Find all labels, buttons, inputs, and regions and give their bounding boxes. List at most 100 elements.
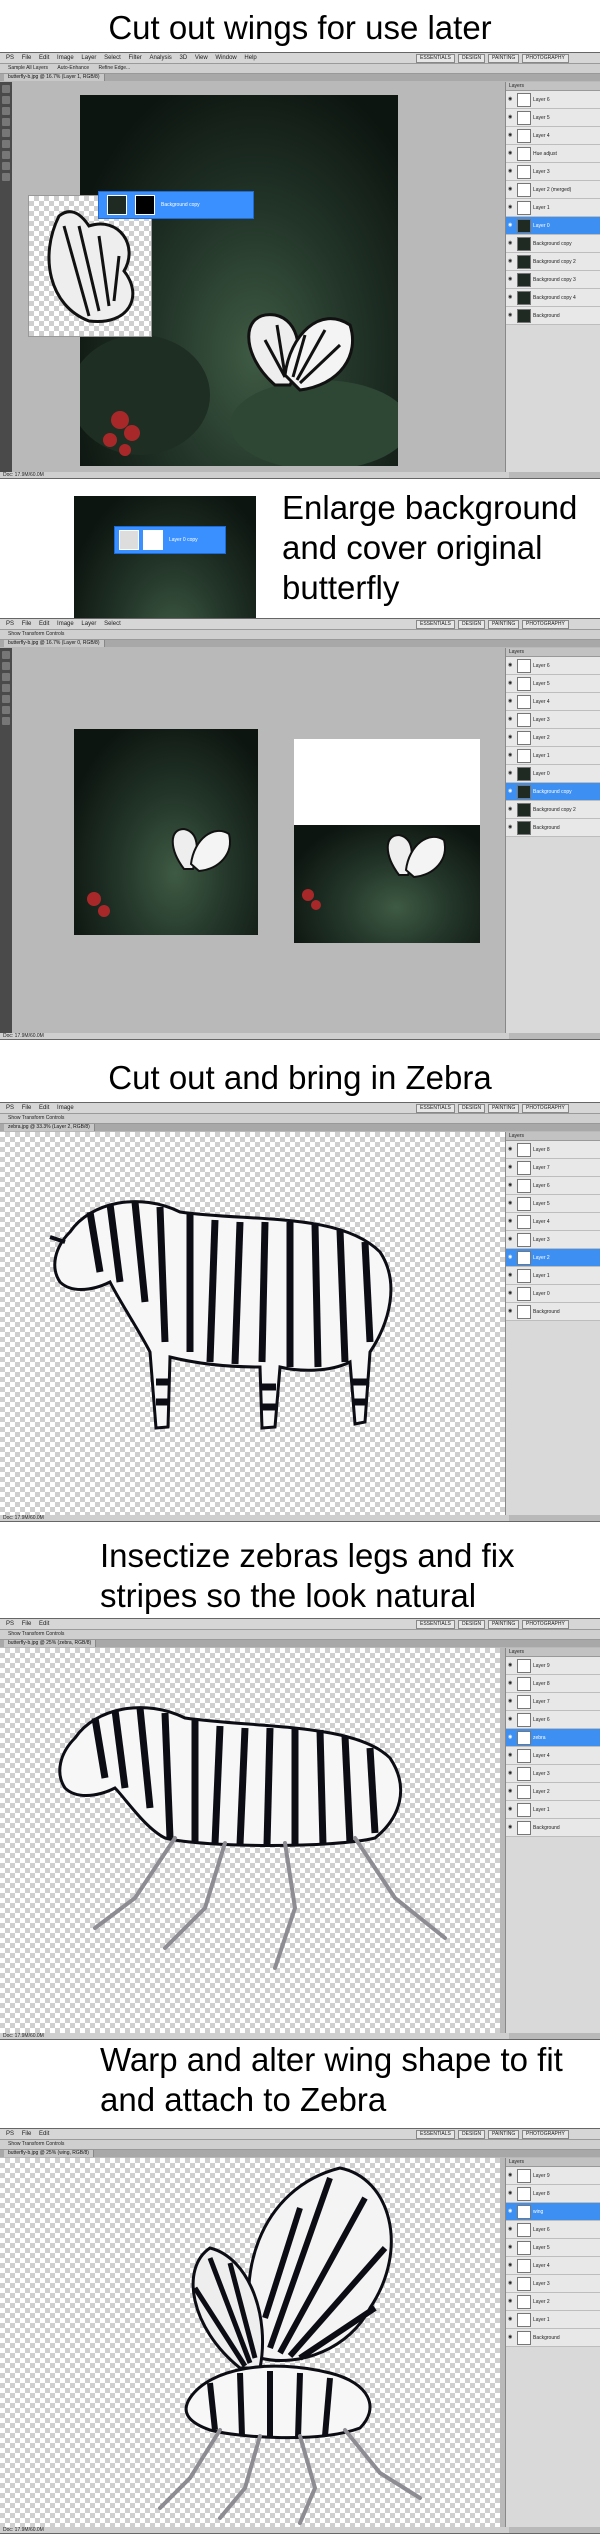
quick-select-tool-icon[interactable] [2, 118, 10, 126]
layer-row[interactable]: ◉ Layer 2 [506, 1249, 600, 1267]
workspace-photography[interactable]: PHOTOGRAPHY [522, 1104, 569, 1113]
document-tab[interactable]: butterfly-b.jpg @ 25% (zebra, RGB/8) [4, 1640, 97, 1647]
workspace-photography[interactable]: PHOTOGRAPHY [522, 54, 569, 63]
layer-row[interactable]: ◉ Background [506, 2329, 600, 2347]
menu-item[interactable]: View [195, 55, 208, 61]
workspace-design[interactable]: DESIGN [458, 2130, 486, 2139]
visibility-eye-icon[interactable]: ◉ [508, 114, 515, 121]
layer-row[interactable]: ◉ Layer 7 [506, 1159, 600, 1177]
visibility-eye-icon[interactable]: ◉ [508, 2172, 515, 2179]
menu-item[interactable]: Analysis [149, 55, 171, 61]
visibility-eye-icon[interactable]: ◉ [508, 150, 515, 157]
visibility-eye-icon[interactable]: ◉ [508, 1272, 515, 1279]
marquee-tool-icon[interactable] [2, 662, 10, 670]
layer-row[interactable]: ◉ Layer 3 [506, 1765, 600, 1783]
workspace-essentials[interactable]: ESSENTIALS [416, 1104, 455, 1113]
visibility-eye-icon[interactable]: ◉ [508, 1824, 515, 1831]
menu-item[interactable]: Image [57, 1105, 74, 1111]
visibility-eye-icon[interactable]: ◉ [508, 1290, 515, 1297]
menu-item[interactable]: File [22, 55, 32, 61]
layer-row[interactable]: ◉ Layer 1 [506, 1267, 600, 1285]
visibility-eye-icon[interactable]: ◉ [508, 1752, 515, 1759]
layer-row[interactable]: ◉ Layer 3 [506, 1231, 600, 1249]
brush-tool-icon[interactable] [2, 706, 10, 714]
layer-row[interactable]: ◉ Layer 8 [506, 2185, 600, 2203]
visibility-eye-icon[interactable]: ◉ [508, 204, 515, 211]
visibility-eye-icon[interactable]: ◉ [508, 2280, 515, 2287]
layer-row[interactable]: ◉ Layer 0 [506, 217, 600, 235]
visibility-eye-icon[interactable]: ◉ [508, 662, 515, 669]
option-show-transform-controls[interactable]: Show Transform Controls [8, 2141, 64, 2147]
visibility-eye-icon[interactable]: ◉ [508, 1236, 515, 1243]
menu-item[interactable]: Image [57, 55, 74, 61]
visibility-eye-icon[interactable]: ◉ [508, 2298, 515, 2305]
document-tab[interactable]: zebra.jpg @ 33.3% (Layer 2, RGB/8) [4, 1124, 95, 1131]
visibility-eye-icon[interactable]: ◉ [508, 132, 515, 139]
layer-row[interactable]: ◉ Background copy [506, 235, 600, 253]
layer-row[interactable]: ◉ Layer 4 [506, 1213, 600, 1231]
menu-item[interactable]: Edit [39, 1105, 49, 1111]
menu-item[interactable]: Edit [39, 2131, 49, 2137]
layer-row[interactable]: ◉ Background [506, 1819, 600, 1837]
visibility-eye-icon[interactable]: ◉ [508, 2208, 515, 2215]
menu-item[interactable]: Window [215, 55, 236, 61]
menu-item[interactable]: PS [6, 1105, 14, 1111]
canvas-covered-background[interactable] [294, 825, 480, 943]
visibility-eye-icon[interactable]: ◉ [508, 716, 515, 723]
visibility-eye-icon[interactable]: ◉ [508, 1164, 515, 1171]
layers-panel-tab[interactable]: Layers [506, 2158, 600, 2167]
workspace-design[interactable]: DESIGN [458, 620, 486, 629]
workspace-painting[interactable]: PAINTING [488, 1620, 520, 1629]
visibility-eye-icon[interactable]: ◉ [508, 1716, 515, 1723]
workspace-essentials[interactable]: ESSENTIALS [416, 54, 455, 63]
layer-row[interactable]: ◉ Layer 2 [506, 1783, 600, 1801]
layer-row[interactable]: ◉ Layer 0 [506, 765, 600, 783]
visibility-eye-icon[interactable]: ◉ [508, 1788, 515, 1795]
workspace-painting[interactable]: PAINTING [488, 2130, 520, 2139]
menu-item[interactable]: PS [6, 2131, 14, 2137]
menu-item[interactable]: Filter [128, 55, 141, 61]
visibility-eye-icon[interactable]: ◉ [508, 680, 515, 687]
layer-row[interactable]: ◉ wing [506, 2203, 600, 2221]
workspace-painting[interactable]: PAINTING [488, 54, 520, 63]
menu-item[interactable]: Select [104, 621, 121, 627]
document-tab[interactable]: butterfly-b.jpg @ 25% (wing, RGB/8) [4, 2150, 94, 2157]
visibility-eye-icon[interactable]: ◉ [508, 734, 515, 741]
visibility-eye-icon[interactable]: ◉ [508, 824, 515, 831]
marquee-tool-icon[interactable] [2, 96, 10, 104]
canvas-transparent[interactable] [0, 2158, 500, 2527]
option-show-transform-controls[interactable]: Show Transform Controls [8, 1115, 64, 1121]
visibility-eye-icon[interactable]: ◉ [508, 770, 515, 777]
visibility-eye-icon[interactable]: ◉ [508, 2334, 515, 2341]
layer-row[interactable]: ◉ Layer 4 [506, 2257, 600, 2275]
visibility-eye-icon[interactable]: ◉ [508, 258, 515, 265]
layers-panel-tab[interactable]: Layers [506, 1648, 600, 1657]
visibility-eye-icon[interactable]: ◉ [508, 2190, 515, 2197]
layer-row[interactable]: ◉ Layer 4 [506, 693, 600, 711]
quick-select-tool-icon[interactable] [2, 684, 10, 692]
visibility-eye-icon[interactable]: ◉ [508, 698, 515, 705]
layer-row[interactable]: ◉ Layer 5 [506, 1195, 600, 1213]
workspace-photography[interactable]: PHOTOGRAPHY [522, 1620, 569, 1629]
layers-panel-tab[interactable]: Layers [506, 648, 600, 657]
layer-row[interactable]: ◉ Layer 1 [506, 747, 600, 765]
canvas-transparent[interactable] [0, 1648, 500, 2033]
workspace-design[interactable]: DESIGN [458, 1104, 486, 1113]
visibility-eye-icon[interactable]: ◉ [508, 788, 515, 795]
visibility-eye-icon[interactable]: ◉ [508, 1698, 515, 1705]
layer-row[interactable]: ◉ Layer 8 [506, 1675, 600, 1693]
crop-tool-icon[interactable] [2, 695, 10, 703]
brush-tool-icon[interactable] [2, 140, 10, 148]
menu-item[interactable]: PS [6, 621, 14, 627]
layer-row[interactable]: ◉ zebra [506, 1729, 600, 1747]
visibility-eye-icon[interactable]: ◉ [508, 1182, 515, 1189]
visibility-eye-icon[interactable]: ◉ [508, 1770, 515, 1777]
layer-row[interactable]: ◉ Background [506, 1303, 600, 1321]
layer-row[interactable]: ◉ Layer 6 [506, 1177, 600, 1195]
layer-row[interactable]: ◉ Layer 4 [506, 1747, 600, 1765]
visibility-eye-icon[interactable]: ◉ [508, 1734, 515, 1741]
workspace-photography[interactable]: PHOTOGRAPHY [522, 2130, 569, 2139]
workspace-essentials[interactable]: ESSENTIALS [416, 2130, 455, 2139]
menu-item[interactable]: Edit [39, 55, 49, 61]
layer-row[interactable]: ◉ Background copy 3 [506, 271, 600, 289]
